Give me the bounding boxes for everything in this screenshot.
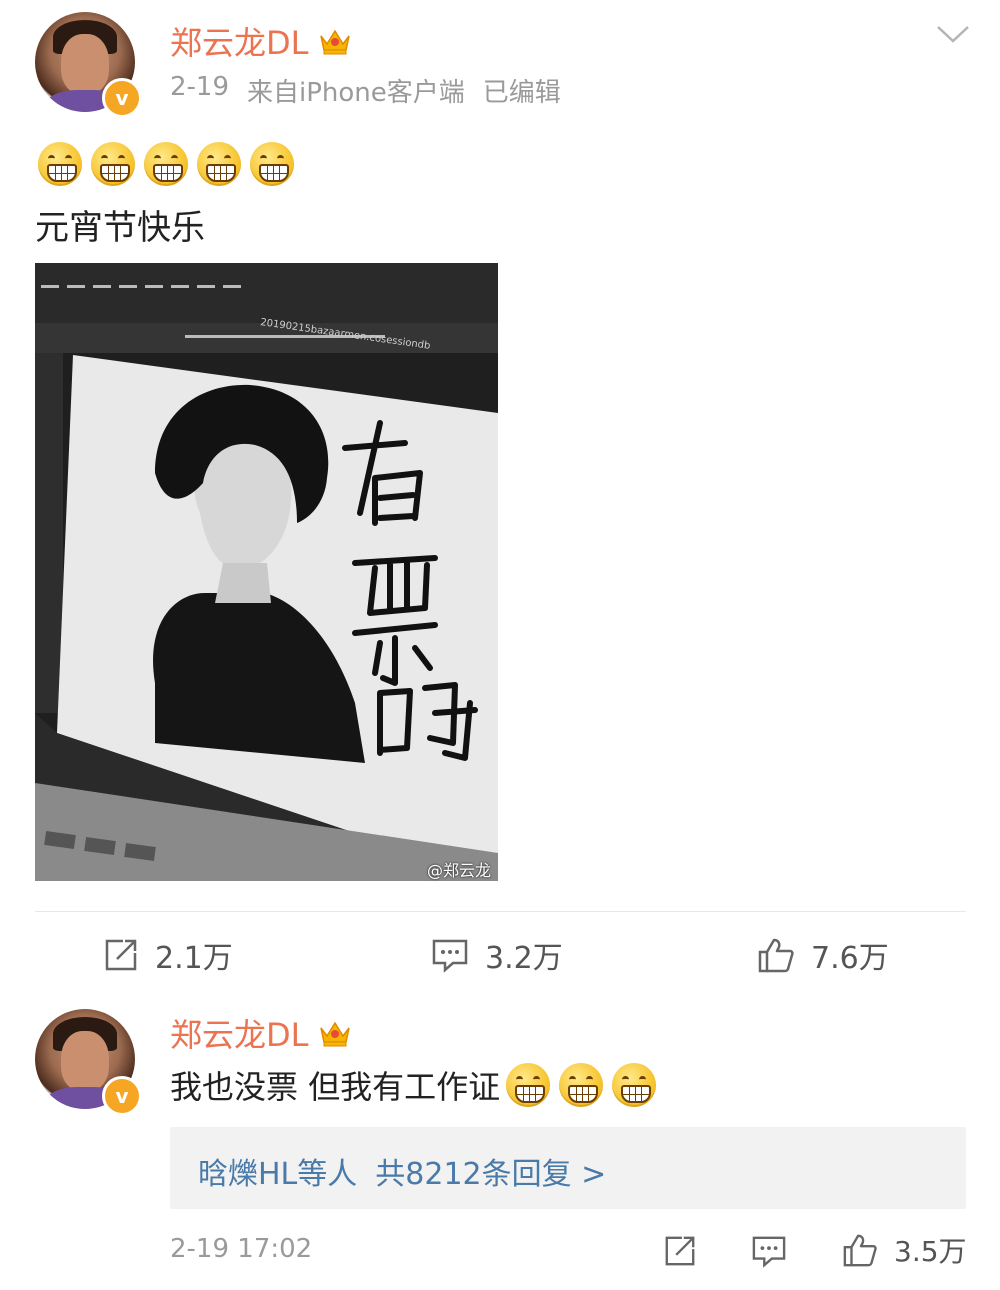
comment-count: 3.2万 xyxy=(485,941,563,976)
image-watermark: @郑云龙DL xyxy=(427,861,492,880)
crown-icon[interactable] xyxy=(318,1018,352,1048)
post-date: 2-19 xyxy=(170,72,230,102)
comment-like-button[interactable]: 3.5万 xyxy=(842,1230,967,1270)
comment-text: 我也没票 但我有工作证 xyxy=(170,1068,501,1106)
replies-users[interactable]: 晗爍HL等人 xyxy=(198,1149,357,1193)
comment-author-name[interactable]: 郑云龙DL xyxy=(170,1010,308,1056)
post-text: 元宵节快乐 xyxy=(35,208,205,248)
grin-emoji-icon xyxy=(144,142,188,186)
post-emoji-row xyxy=(38,142,303,186)
comment-button[interactable]: 3.2万 xyxy=(431,933,563,977)
repost-count: 2.1万 xyxy=(155,941,233,976)
grin-emoji-icon xyxy=(91,142,135,186)
repost-icon xyxy=(105,939,137,971)
post-source[interactable]: 来自iPhone客户端 xyxy=(247,72,465,109)
grin-emoji-icon xyxy=(197,142,241,186)
comment-like-count: 3.5万 xyxy=(894,1235,967,1268)
replies-count-link[interactable]: 共8212条回复 > xyxy=(375,1149,606,1193)
like-count: 7.6万 xyxy=(811,941,889,976)
crown-icon[interactable] xyxy=(318,26,352,56)
like-icon xyxy=(843,1234,877,1267)
grin-emoji-icon xyxy=(559,1063,604,1107)
repost-button[interactable]: 2.1万 xyxy=(103,933,233,977)
comment-reply-icon[interactable] xyxy=(751,1234,787,1272)
like-button[interactable]: 7.6万 xyxy=(757,933,889,977)
comment-repost-icon[interactable] xyxy=(663,1234,697,1272)
post-divider xyxy=(35,911,966,912)
comment-emoji-row xyxy=(506,1063,665,1107)
comment-icon xyxy=(432,939,468,973)
like-icon xyxy=(758,938,794,973)
post-image[interactable]: 20190215bazaarmen.cosessiondb @郑云龙DL xyxy=(35,263,498,881)
grin-emoji-icon xyxy=(38,142,82,186)
post-edited-label[interactable]: 已编辑 xyxy=(483,72,561,109)
verified-badge-icon: v xyxy=(102,78,142,118)
grin-emoji-icon xyxy=(612,1063,657,1107)
comment-timestamp: 2-19 17:02 xyxy=(170,1234,313,1264)
grin-emoji-icon xyxy=(250,142,294,186)
avatar-face xyxy=(61,34,109,94)
post-author-name[interactable]: 郑云龙DL xyxy=(170,18,308,64)
grin-emoji-icon xyxy=(506,1063,551,1107)
avatar-face xyxy=(61,1031,109,1091)
verified-badge-icon: v xyxy=(102,1076,142,1116)
chevron-down-icon[interactable] xyxy=(936,24,970,48)
replies-summary-box[interactable]: 晗爍HL等人 共8212条回复 > xyxy=(170,1127,966,1209)
